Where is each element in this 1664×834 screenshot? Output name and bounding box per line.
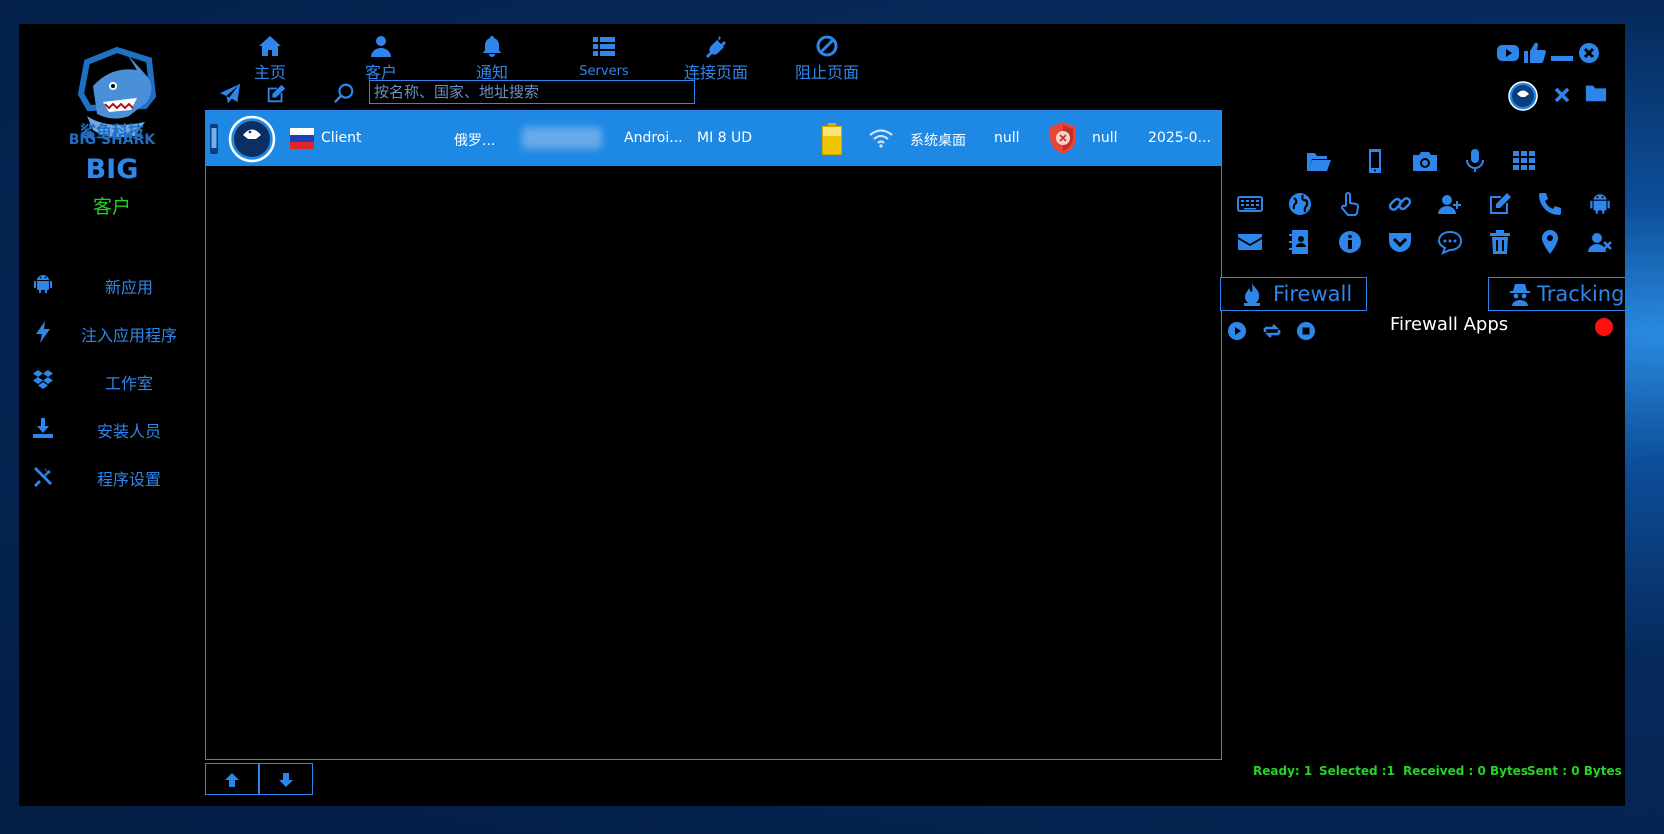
thumbs-up-icon[interactable] [1523,42,1547,64]
server-icon [593,37,615,56]
tracking-label: Tracking [1537,282,1625,306]
dropbox-icon [33,370,53,389]
mobile-icon[interactable] [1362,148,1388,174]
nav-home[interactable]: 主页 [225,32,315,90]
plug-icon [706,36,726,58]
firewall-label: Firewall [1273,282,1353,306]
microphone-icon[interactable] [1462,148,1488,174]
envelope-icon[interactable] [1237,229,1263,255]
search-input[interactable] [369,80,695,104]
arrow-up-icon [225,773,239,787]
sidebar-item-label: 安装人员 [96,422,161,441]
shield-icon [1050,122,1076,154]
link-icon[interactable] [1387,191,1413,217]
edit-icon[interactable] [265,83,287,105]
sidebar-item-inject-app[interactable]: 注入应用程序 [19,312,205,352]
nav-label: 主页 [253,63,286,82]
sidebar-item-installer[interactable]: 安装人员 [19,408,205,448]
pocket-icon[interactable] [1387,229,1413,255]
globe-icon[interactable] [1287,191,1313,217]
client-date: 2025-0... [1148,130,1211,146]
client-field-2: null [1092,130,1118,146]
sidebar-item-new-app[interactable]: 新应用 [19,264,205,304]
contacts-book-icon[interactable] [1287,229,1313,255]
bolt-icon [36,321,50,343]
sidebar: 鲨鱼科技 BIG SHARK BIG 客户 新应用 注入应用程序 工作室 安装人… [19,24,205,806]
wifi-icon [869,129,893,148]
nav-label: Servers [579,64,629,79]
client-os: Androi... [624,130,683,146]
close-circle-icon[interactable] [1577,42,1601,64]
ban-icon [816,35,838,57]
edit-note-icon[interactable] [1487,191,1513,217]
folder-open-icon[interactable] [1306,148,1332,174]
nav-block-page[interactable]: 阻止页面 [782,32,872,90]
tracking-button[interactable]: Tracking [1488,277,1625,311]
sidebar-item-label: 注入应用程序 [80,326,177,345]
client-ip-redacted [522,127,602,149]
play-icon[interactable] [1227,321,1247,341]
bell-icon [483,36,501,57]
brand-title: BIG [85,154,139,185]
avatar [228,115,276,163]
send-icon[interactable] [219,83,241,105]
recording-indicator [1595,318,1613,336]
user-icon [371,36,391,57]
fire-icon [1244,283,1260,306]
spy-icon [1510,284,1530,306]
apps-grid-icon[interactable] [1511,148,1537,174]
keyboard-icon[interactable] [1237,191,1263,217]
touch-hand-icon[interactable] [1337,191,1363,217]
android-icon [34,275,52,293]
info-icon[interactable] [1337,229,1363,255]
trash-icon[interactable] [1487,229,1513,255]
sidebar-item-label: 程序设置 [96,470,161,489]
close-icon[interactable] [1553,86,1571,104]
refresh-icon[interactable] [1262,321,1282,341]
scroll-up-button[interactable] [205,763,259,795]
tools-icon [34,467,52,487]
add-user-icon[interactable] [1437,191,1463,217]
folder-icon[interactable] [1585,83,1607,103]
arrow-down-icon [279,773,293,787]
app-window: 鲨鱼科技 BIG SHARK BIG 客户 新应用 注入应用程序 工作室 安装人… [19,24,1625,806]
minimize-icon[interactable] [1550,42,1574,64]
scroll-down-button[interactable] [259,763,313,795]
youtube-icon[interactable] [1496,42,1520,64]
phone-icon[interactable] [1537,191,1563,217]
chat-bubble-icon[interactable] [1437,229,1463,255]
search-icon [333,83,354,104]
client-name: Client [321,130,362,146]
sidebar-item-label: 工作室 [104,374,153,393]
firewall-button[interactable]: Firewall [1220,277,1367,311]
client-avatar-icon [1508,81,1538,111]
client-field-1: null [994,130,1020,146]
table-row[interactable]: Client 俄罗... Androi... MI 8 UD 系统桌面 null [206,111,1221,166]
location-pin-icon[interactable] [1537,229,1563,255]
sidebar-item-label: 新应用 [104,278,153,297]
client-model: MI 8 UD [697,130,753,146]
nav-label: 阻止页面 [794,63,859,82]
download-icon [33,418,53,438]
stop-icon[interactable] [1296,321,1316,341]
firewall-apps-title: Firewall Apps [1390,314,1509,335]
russia-flag-icon [290,128,314,149]
remove-user-icon[interactable] [1587,229,1613,255]
client-country: 俄罗... [454,133,496,149]
sidebar-item-studio[interactable]: 工作室 [19,360,205,400]
home-icon [259,36,281,56]
client-screen: 系统桌面 [910,133,966,149]
client-table: Client 俄罗... Androi... MI 8 UD 系统桌面 null [205,110,1222,760]
logo-en-text: BIG SHARK [68,132,156,148]
phone-status-icon [210,124,218,154]
camera-icon[interactable] [1412,148,1438,174]
sidebar-item-settings[interactable]: 程序设置 [19,456,205,496]
brand-subtitle: 客户 [92,196,131,218]
battery-icon [822,123,842,155]
android-app-icon[interactable] [1587,191,1613,217]
